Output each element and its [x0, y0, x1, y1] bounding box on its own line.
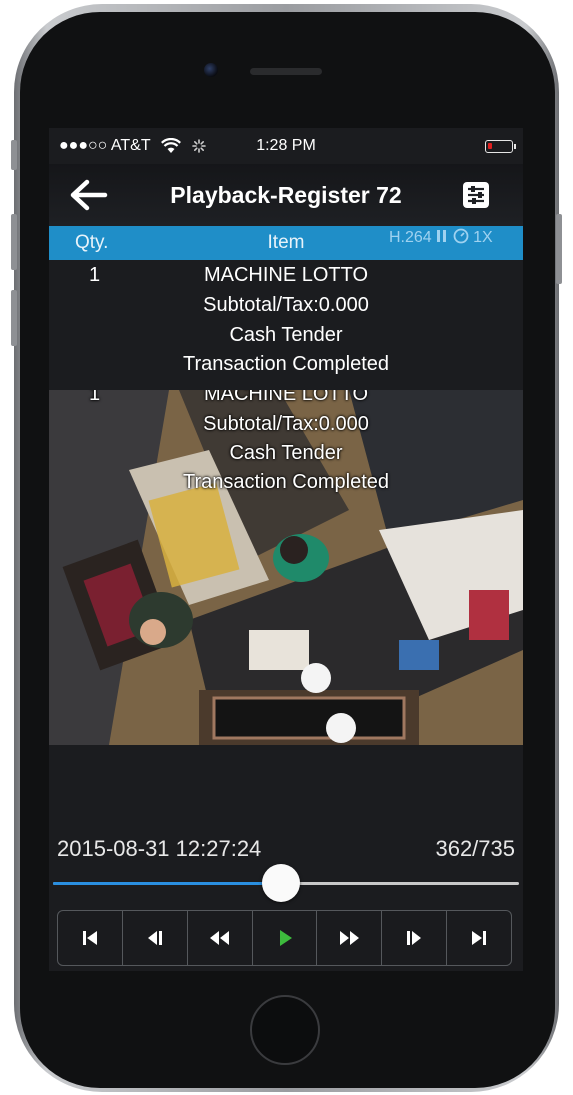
timeline-progress — [53, 882, 281, 885]
overlay-line: Transaction Completed — [182, 471, 390, 493]
codec-label: H.264 — [389, 229, 432, 246]
timeline-thumb[interactable] — [262, 864, 300, 902]
volume-up-button — [11, 214, 17, 270]
signal-bars-icon — [437, 230, 447, 242]
power-button — [556, 214, 562, 284]
earpiece — [250, 68, 322, 75]
item-text: Cash Tender — [229, 324, 343, 346]
speed-label: 1X — [473, 229, 493, 246]
rewind-button[interactable] — [188, 911, 253, 965]
stream-info: H.264 1X — [389, 228, 493, 247]
frame-counter: 362/735 — [435, 836, 515, 861]
mute-switch — [11, 140, 17, 170]
skip-to-start-button[interactable] — [58, 911, 123, 965]
fast-forward-button[interactable] — [317, 911, 383, 965]
item-text: Transaction Completed — [182, 353, 390, 375]
step-back-icon — [147, 931, 162, 945]
skip-to-end-button[interactable] — [447, 911, 511, 965]
rewind-icon — [209, 931, 229, 945]
timeline-slider[interactable] — [53, 864, 519, 902]
play-icon — [279, 930, 292, 946]
item-text: MACHINE LOTTO — [203, 264, 369, 286]
navigation-bar: Playback-Register 72 — [49, 164, 523, 226]
skip-to-end-icon — [472, 931, 487, 945]
front-camera — [204, 63, 218, 77]
item-text: Subtotal/Tax:0.000 — [203, 294, 369, 316]
playback-controls — [57, 910, 512, 966]
skip-to-start-icon — [82, 931, 97, 945]
page-title: Playback-Register 72 — [170, 182, 402, 208]
app-screen: ●●●○○ AT&T 1:28 PM Playback-Register 72 — [49, 128, 523, 971]
speed-dial-icon — [453, 228, 469, 244]
status-bar: ●●●○○ AT&T 1:28 PM — [49, 128, 523, 164]
battery-low-icon — [485, 140, 516, 153]
list-item: Transaction Completed — [49, 353, 523, 379]
step-forward-icon — [407, 931, 422, 945]
sliders-icon[interactable] — [461, 180, 491, 210]
play-button[interactable] — [253, 911, 318, 965]
transaction-table-header: Qty. Item H.264 1X — [49, 226, 523, 260]
step-back-button[interactable] — [123, 911, 188, 965]
clock: 1:28 PM — [256, 137, 316, 154]
overlay-line: MACHINE LOTTO — [203, 390, 369, 405]
overlay-line: Subtotal/Tax:0.000 — [203, 413, 369, 435]
volume-down-button — [11, 290, 17, 346]
list-item: Cash Tender — [49, 324, 523, 350]
list-item: Subtotal/Tax:0.000 — [49, 294, 523, 320]
list-item: 1 MACHINE LOTTO — [49, 264, 523, 290]
video-frame[interactable]: 1 MACHINE LOTTO Subtotal/Tax:0.000 Cash … — [49, 390, 523, 745]
playback-timestamp: 2015-08-31 12:27:24 — [57, 836, 262, 861]
home-button[interactable] — [250, 995, 320, 1065]
fast-forward-icon — [340, 931, 360, 945]
step-forward-button[interactable] — [382, 911, 448, 965]
overlay-line: Cash Tender — [229, 442, 343, 464]
